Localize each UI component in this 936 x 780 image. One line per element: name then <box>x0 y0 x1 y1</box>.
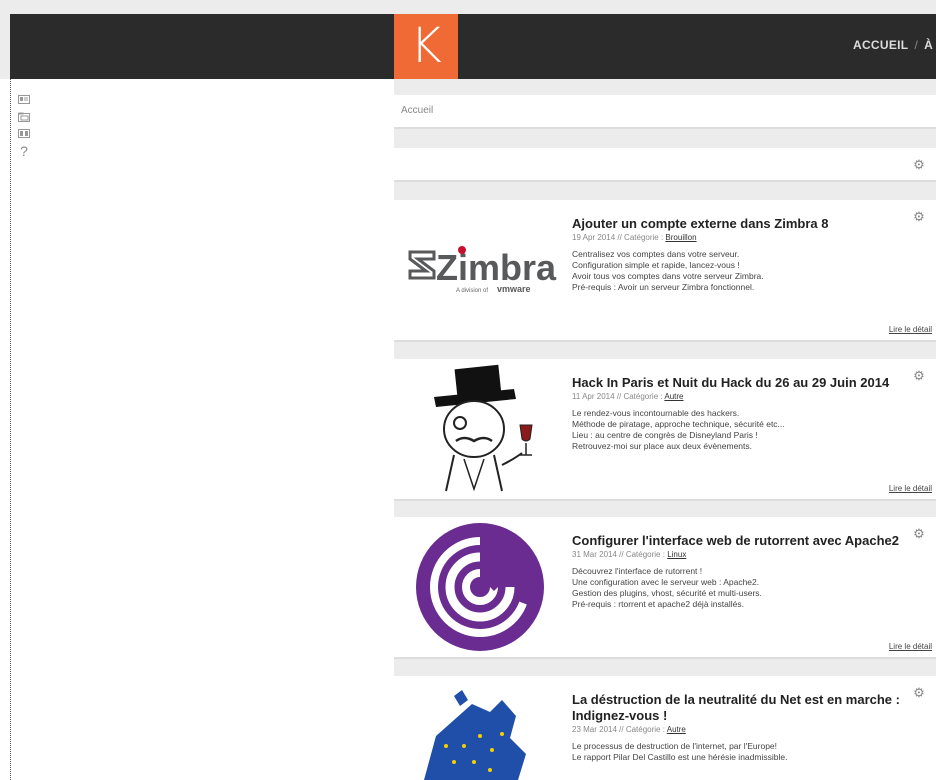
category-link[interactable]: Autre <box>667 725 686 734</box>
post-date: 31 Mar 2014 <box>572 550 617 559</box>
nav-item-a[interactable]: À <box>924 38 933 52</box>
description-line: Méthode de piratage, approche technique,… <box>572 419 785 429</box>
description-line: Pré-requis : rtorrent et apache2 déjà in… <box>572 599 744 609</box>
description-line: Le rapport Pilar Del Castillo est une hé… <box>572 752 788 762</box>
read-more-link[interactable]: Lire le détail <box>889 484 932 493</box>
settings-gear-icon[interactable]: ⚙ <box>912 158 926 172</box>
post-meta: 23 Mar 2014 // Catégorie : Autre <box>572 725 686 734</box>
post-description: Centralisez vos comptes dans votre serve… <box>572 249 917 293</box>
post-title[interactable]: Ajouter un compte externe dans Zimbra 8 <box>572 216 917 232</box>
post-settings-gear-icon[interactable]: ⚙ <box>912 527 926 541</box>
folder-icon[interactable] <box>17 112 31 127</box>
description-line: Centralisez vos comptes dans votre serve… <box>572 249 740 259</box>
top-bar: K ACCUEIL / À <box>10 14 936 79</box>
post-description: Le processus de destruction de l'interne… <box>572 741 917 763</box>
post-body: Ajouter un compte externe dans Zimbra 8 … <box>572 216 917 293</box>
description-line: Retrouvez-moi sur place aux deux évèneme… <box>572 441 753 451</box>
post-card: Configurer l'interface web de rutorrent … <box>394 517 936 659</box>
post-date: 23 Mar 2014 <box>572 725 617 734</box>
top-navigation: ACCUEIL / À <box>853 38 933 52</box>
top-hat-meme-thumbnail <box>394 359 562 499</box>
contact-card-icon[interactable] <box>17 95 31 110</box>
site-logo[interactable]: K <box>394 14 458 79</box>
post-card: La déstruction de la neutralité du Net e… <box>394 676 936 780</box>
description-line: Découvrez l'interface de rutorrent ! <box>572 566 703 576</box>
description-line: Pré-requis : Avoir un serveur Zimbra fon… <box>572 282 755 292</box>
description-line: Le rendez-vous incontournable des hacker… <box>572 408 740 418</box>
post-title[interactable]: Configurer l'interface web de rutorrent … <box>572 533 917 549</box>
post-description: Le rendez-vous incontournable des hacker… <box>572 408 917 452</box>
nav-item-accueil[interactable]: ACCUEIL <box>853 38 908 52</box>
breadcrumb[interactable]: Accueil <box>394 95 936 129</box>
zimbra-brand-text: Zimbra <box>436 247 557 288</box>
help-icon[interactable]: ? <box>17 144 31 160</box>
category-label: Catégorie : <box>624 233 664 242</box>
read-more-link[interactable]: Lire le détail <box>889 325 932 334</box>
post-settings-gear-icon[interactable]: ⚙ <box>912 210 926 224</box>
nav-separator: / <box>914 38 919 52</box>
category-label: Catégorie : <box>623 392 663 401</box>
category-link[interactable]: Autre <box>664 392 683 401</box>
description-line: Une configuration avec le serveur web : … <box>572 577 760 587</box>
left-panel: ? <box>10 79 394 780</box>
post-description: Découvrez l'interface de rutorrent ! Une… <box>572 566 917 610</box>
side-icon-list: ? <box>17 93 31 160</box>
post-meta: 19 Apr 2014 // Catégorie : Brouillon <box>572 233 697 242</box>
category-label: Catégorie : <box>625 550 665 559</box>
post-title[interactable]: La déstruction de la neutralité du Net e… <box>572 692 917 724</box>
vmware-text: vmware <box>497 284 531 294</box>
zimbra-division-text: A division of <box>456 288 488 294</box>
bittorrent-logo-thumbnail <box>394 517 562 657</box>
post-date: 11 Apr 2014 <box>572 392 615 401</box>
europe-map-thumbnail <box>394 676 562 780</box>
description-line: Lieu : au centre de congrès de Disneylan… <box>572 430 758 440</box>
filter-bar: ⚙ <box>394 148 936 182</box>
description-line: Gestion des plugins, vhost, sécurité et … <box>572 588 762 598</box>
post-title[interactable]: Hack In Paris et Nuit du Hack du 26 au 2… <box>572 375 917 391</box>
category-label: Catégorie : <box>625 725 665 734</box>
description-line: Avoir tous vos comptes dans votre serveu… <box>572 271 764 281</box>
read-more-link[interactable]: Lire le détail <box>889 642 932 651</box>
zimbra-logo-thumbnail: Zimbra A division of vmware <box>394 200 562 340</box>
post-body: Configurer l'interface web de rutorrent … <box>572 533 917 610</box>
panel-icon[interactable] <box>17 129 31 144</box>
post-body: La déstruction de la neutralité du Net e… <box>572 692 917 763</box>
post-date: 19 Apr 2014 <box>572 233 616 242</box>
description-line: Le processus de destruction de l'interne… <box>572 741 778 751</box>
post-meta: 31 Mar 2014 // Catégorie : Linux <box>572 550 687 559</box>
post-body: Hack In Paris et Nuit du Hack du 26 au 2… <box>572 375 917 452</box>
post-card: Hack In Paris et Nuit du Hack du 26 au 2… <box>394 359 936 501</box>
post-card: Zimbra A division of vmware Ajouter un c… <box>394 200 936 342</box>
category-link[interactable]: Linux <box>667 550 686 559</box>
category-link[interactable]: Brouillon <box>665 233 696 242</box>
description-line: Configuration simple et rapide, lancez-v… <box>572 260 740 270</box>
post-meta: 11 Apr 2014 // Catégorie : Autre <box>572 392 684 401</box>
sidebar-strip <box>0 79 10 780</box>
post-settings-gear-icon[interactable]: ⚙ <box>912 686 926 700</box>
post-settings-gear-icon[interactable]: ⚙ <box>912 369 926 383</box>
